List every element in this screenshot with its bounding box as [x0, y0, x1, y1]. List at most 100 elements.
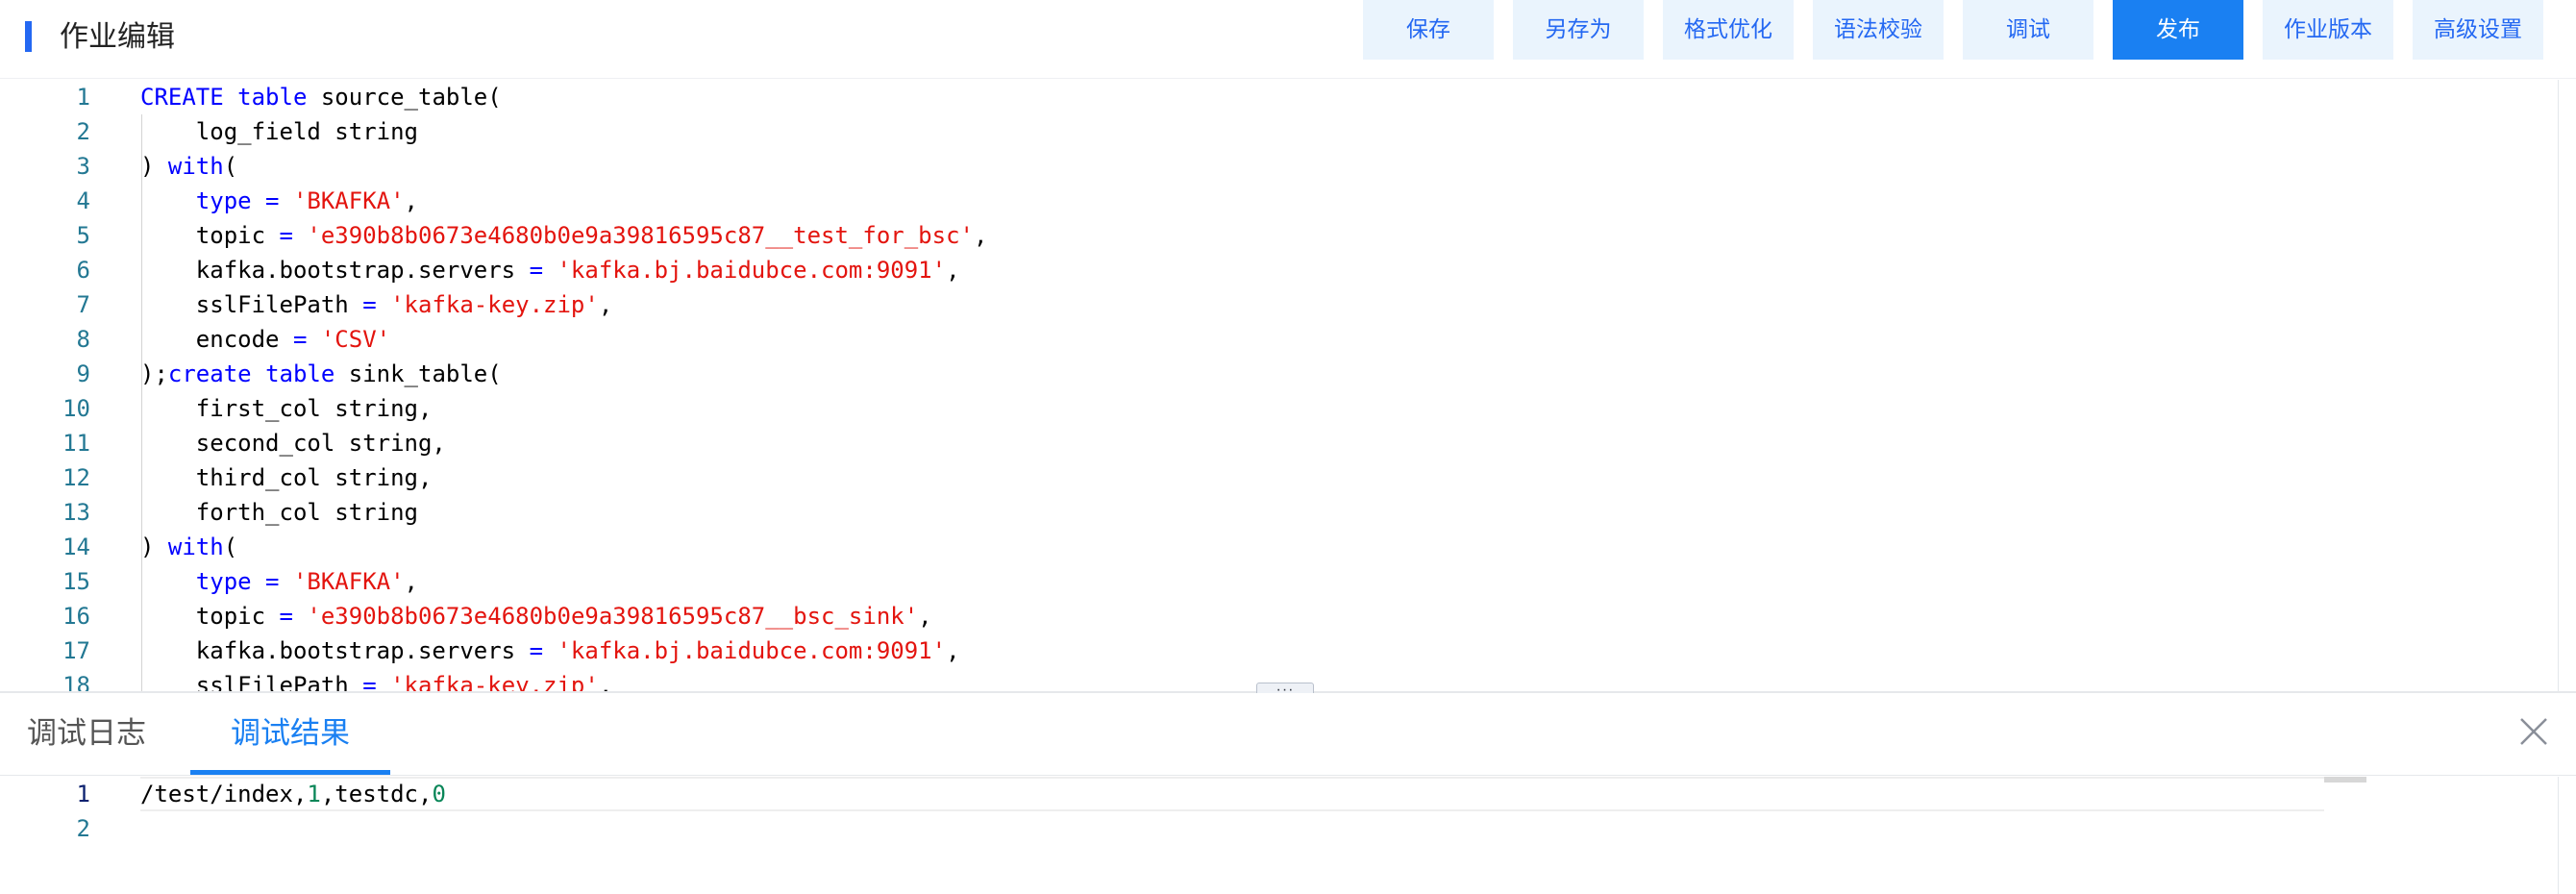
code-line[interactable]: 4 type = 'BKAFKA',: [0, 184, 2547, 218]
result-line[interactable]: 2: [0, 811, 2547, 846]
string-literal: 'CSV': [320, 326, 391, 353]
code-text: source_table(: [307, 84, 502, 111]
result-line[interactable]: 1/test/index,1,testdc,0: [0, 777, 2547, 811]
editor-scrollbar[interactable]: [2558, 80, 2559, 691]
code-line[interactable]: 9);create table sink_table(: [0, 357, 2547, 391]
code-text: encode: [140, 326, 293, 353]
current-line-highlight: [140, 777, 2324, 811]
result-scrollbar[interactable]: [2558, 777, 2559, 894]
code-line[interactable]: 2 log_field string: [0, 114, 2547, 149]
line-number: 7: [76, 291, 90, 318]
code-text: topic: [140, 222, 280, 249]
code-text: ,: [918, 603, 932, 630]
code-line[interactable]: 12 third_col string,: [0, 460, 2547, 495]
tab-debug-log[interactable]: 调试日志: [0, 693, 173, 776]
job-versions-button[interactable]: 作业版本: [2263, 0, 2393, 60]
code-text: );: [140, 360, 168, 387]
debug-result-viewer[interactable]: 1/test/index,1,testdc,0 2: [0, 777, 2576, 894]
active-tab-indicator: [190, 770, 390, 775]
code-line[interactable]: 16 topic = 'e390b8b0673e4680b0e9a3981659…: [0, 599, 2547, 633]
line-code: CREATE table source_table(: [140, 80, 502, 114]
line-number: 3: [76, 153, 90, 180]
line-code: kafka.bootstrap.servers = 'kafka.bj.baid…: [140, 253, 960, 287]
code-text: ,: [598, 672, 613, 691]
code-text: /test/index,: [140, 781, 308, 807]
debug-button[interactable]: 调试: [1963, 0, 2093, 60]
operator: =: [292, 326, 308, 353]
string-literal: 'e390b8b0673e4680b0e9a39816595c87__bsc_s…: [307, 603, 919, 630]
line-number: 18: [62, 672, 90, 691]
format-button[interactable]: 格式优化: [1663, 0, 1794, 60]
line-number: 4: [76, 187, 90, 214]
sql-keyword: type: [195, 187, 252, 214]
line-number: 15: [62, 568, 90, 595]
code-line[interactable]: 3 ) with(: [0, 149, 2547, 184]
line-number: 2: [76, 118, 90, 145]
string-literal: 'kafka-key.zip': [390, 291, 599, 318]
advanced-settings-button[interactable]: 高级设置: [2413, 0, 2543, 60]
page-header: 作业编辑 保存 另存为 格式优化 语法校验 调试 发布 作业版本 高级设置: [0, 0, 2576, 79]
line-number: 8: [76, 326, 90, 353]
save-as-button[interactable]: 另存为: [1513, 0, 1644, 60]
tab-debug-result[interactable]: 调试结果: [190, 693, 390, 776]
code-line[interactable]: 1 CREATE table source_table(: [0, 80, 2547, 114]
syntax-check-button[interactable]: 语法校验: [1813, 0, 1944, 60]
operator: =: [279, 222, 293, 249]
code-text: kafka.bootstrap.servers: [140, 637, 530, 664]
operator: =: [279, 603, 293, 630]
code-line[interactable]: 14 ) with(: [0, 530, 2547, 564]
code-text: topic: [140, 603, 280, 630]
line-code: kafka.bootstrap.servers = 'kafka.bj.baid…: [140, 633, 960, 668]
code-line[interactable]: 10 first_col string,: [0, 391, 2547, 426]
sql-keyword: with: [167, 534, 224, 560]
operator: =: [265, 568, 280, 595]
code-line[interactable]: 8 encode = 'CSV': [0, 322, 2547, 357]
sql-code-editor[interactable]: 1 CREATE table source_table(2 log_field s…: [0, 80, 2576, 691]
line-code: topic = 'e390b8b0673e4680b0e9a39816595c8…: [140, 599, 932, 633]
code-text: (: [223, 153, 238, 180]
debug-panel-tabs: 调试日志 调试结果: [0, 693, 2576, 776]
code-text: kafka.bootstrap.servers: [140, 257, 530, 284]
operator: =: [362, 672, 377, 691]
code-line[interactable]: 11 second_col string,: [0, 426, 2547, 460]
save-button[interactable]: 保存: [1363, 0, 1494, 60]
code-line[interactable]: 7 sslFilePath = 'kafka-key.zip',: [0, 287, 2547, 322]
line-code: third_col string,: [140, 460, 433, 495]
publish-button[interactable]: 发布: [2113, 0, 2243, 60]
string-literal: 'BKAFKA': [292, 568, 405, 595]
code-text: sink_table(: [334, 360, 502, 387]
line-code: ) with(: [140, 530, 237, 564]
code-line[interactable]: 17 kafka.bootstrap.servers = 'kafka.bj.b…: [0, 633, 2547, 668]
operator: =: [529, 637, 544, 664]
title-accent-bar: [25, 21, 32, 52]
code-text: ,: [946, 637, 960, 664]
line-number: 11: [62, 430, 90, 457]
line-number: 1: [76, 84, 90, 111]
code-line[interactable]: 5 topic = 'e390b8b0673e4680b0e9a39816595…: [0, 218, 2547, 253]
line-code: ) with(: [140, 149, 237, 184]
code-line[interactable]: 13 forth_col string: [0, 495, 2547, 530]
code-line[interactable]: 6 kafka.bootstrap.servers = 'kafka.bj.ba…: [0, 253, 2547, 287]
line-number: 16: [62, 603, 90, 630]
line-code: sslFilePath = 'kafka-key.zip',: [140, 287, 613, 322]
line-number: 13: [62, 499, 90, 526]
close-icon[interactable]: [2513, 710, 2555, 753]
string-literal: 'e390b8b0673e4680b0e9a39816595c87__test_…: [307, 222, 974, 249]
line-code: first_col string,: [140, 391, 433, 426]
sql-keyword: type: [195, 568, 252, 595]
code-line[interactable]: 15 type = 'BKAFKA',: [0, 564, 2547, 599]
number-literal: 1: [307, 781, 321, 807]
line-code: forth_col string: [140, 495, 418, 530]
line-number: 14: [62, 534, 90, 560]
